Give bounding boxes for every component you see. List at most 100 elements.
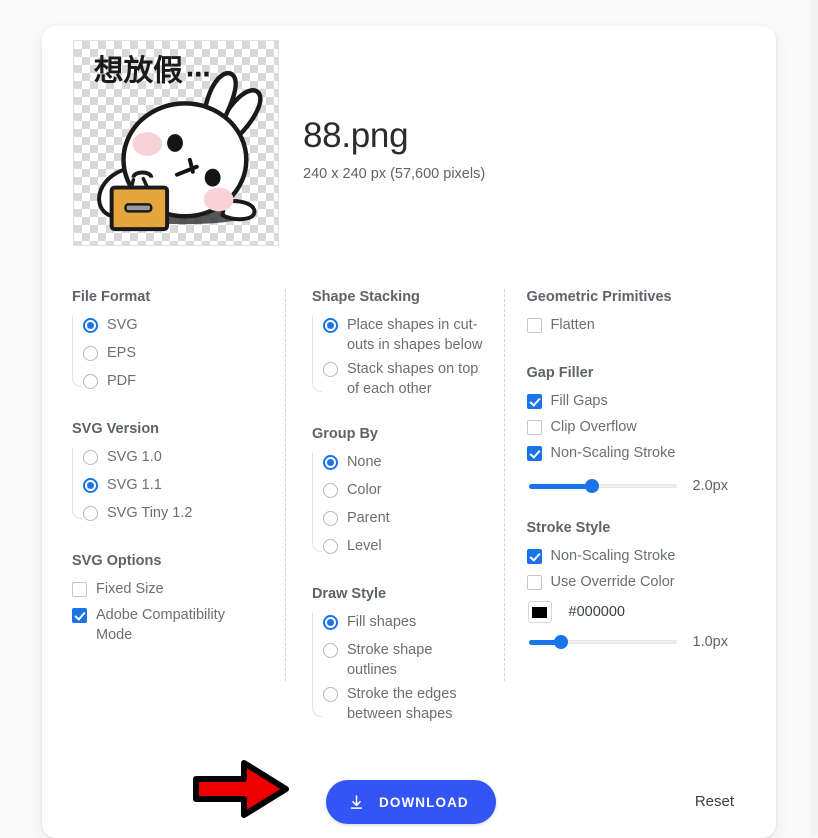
checkbox-option-stroke-non-scaling-stroke[interactable]: Non-Scaling Stroke: [526, 545, 728, 570]
stroke-style-slider-value: 1.0px: [692, 634, 728, 650]
group-title-stroke-style: Stroke Style: [526, 520, 611, 536]
radio-icon-color[interactable]: [322, 482, 338, 498]
checkbox-icon-use-override-color[interactable]: [526, 575, 542, 590]
file-name: 88.png: [303, 116, 409, 155]
radio-set-svg-version: SVG 1.0 SVG 1.1 SVG Tiny 1.2: [72, 446, 267, 527]
checkbox-icon-fixed-size[interactable]: [72, 582, 87, 597]
checkbox-option-fill-gaps[interactable]: Fill Gaps: [526, 390, 728, 415]
radio-option-stack-shapes-on-top[interactable]: Stack shapes on top of each other: [322, 358, 486, 399]
group-svg-options: SVG Options Fixed Size Adobe Compatibili…: [72, 553, 267, 645]
checkbox-label-use-override-color: Use Override Color: [550, 574, 675, 590]
radio-option-eps[interactable]: EPS: [83, 342, 267, 367]
checkbox-option-adobe-compatibility-mode[interactable]: Adobe Compatibility Mode: [72, 604, 267, 645]
group-shape-stacking: Shape Stacking Place shapes in cut-outs …: [311, 289, 486, 400]
options-column-left: File Format SVG EPS PDF SVG Version SVG …: [72, 289, 285, 681]
checkbox-icon-gap-non-scaling-stroke[interactable]: [526, 446, 542, 461]
export-settings-card: 想放假 … 88.png 240 x 240 px (57,600 pixels…: [42, 26, 776, 838]
radio-icon-svg-10[interactable]: [83, 450, 98, 465]
checkbox-icon-stroke-non-scaling-stroke[interactable]: [526, 549, 542, 564]
checkbox-option-fixed-size[interactable]: Fixed Size: [72, 578, 267, 603]
gap-filler-slider[interactable]: [528, 478, 677, 494]
stroke-style-slider[interactable]: [528, 634, 677, 650]
radio-set-group-by: None Color Parent Level: [311, 451, 486, 560]
radio-icon-stack-shapes-on-top[interactable]: [322, 362, 338, 378]
group-gap-filler: Gap Filler Fill Gaps Clip Overflow Non-S…: [526, 365, 728, 494]
checkbox-option-clip-overflow[interactable]: Clip Overflow: [526, 416, 728, 441]
radio-icon-pdf[interactable]: [83, 374, 98, 389]
download-icon: [348, 794, 365, 811]
group-title-group-by: Group By: [311, 425, 378, 442]
radio-icon-parent[interactable]: [322, 510, 338, 526]
color-swatch-icon: [532, 606, 548, 618]
radio-label-svg-10: SVG 1.0: [107, 449, 162, 465]
radio-option-parent[interactable]: Parent: [322, 507, 486, 532]
radio-option-stroke-edges-between-shapes[interactable]: Stroke the edges between shapes: [322, 683, 486, 724]
reset-link[interactable]: Reset: [695, 793, 734, 810]
svg-text:…: …: [186, 54, 211, 83]
radio-option-svg-10[interactable]: SVG 1.0: [83, 446, 267, 471]
group-title-svg-options: SVG Options: [72, 553, 162, 569]
radio-option-svg-tiny-12[interactable]: SVG Tiny 1.2: [83, 502, 267, 527]
checkbox-label-stroke-non-scaling-stroke: Non-Scaling Stroke: [550, 548, 676, 564]
radio-option-svg[interactable]: SVG: [83, 314, 267, 339]
checkbox-icon-adobe-compatibility-mode[interactable]: [72, 608, 87, 623]
color-hex-value: #000000: [568, 604, 625, 620]
checkbox-option-use-override-color[interactable]: Use Override Color: [526, 571, 728, 596]
download-button[interactable]: DOWNLOAD: [326, 780, 496, 824]
file-thumbnail: 想放假 …: [73, 40, 279, 246]
group-draw-style: Draw Style Fill shapes Stroke shape outl…: [311, 586, 486, 725]
radio-set-file-format: SVG EPS PDF: [72, 314, 267, 395]
radio-label-stack-shapes-on-top: Stack shapes on top of each other: [346, 361, 479, 398]
radio-icon-none[interactable]: [322, 454, 338, 470]
gap-filler-slider-fill: [528, 483, 593, 489]
checkbox-label-fill-gaps: Fill Gaps: [550, 393, 608, 409]
group-title-geometric-primitives: Geometric Primitives: [526, 289, 672, 305]
group-title-svg-version: SVG Version: [72, 421, 160, 437]
radio-icon-svg-tiny-12[interactable]: [83, 506, 98, 521]
card-footer: DOWNLOAD Reset: [42, 764, 776, 838]
radio-icon-stroke-edges-between-shapes[interactable]: [322, 687, 338, 703]
radio-option-none[interactable]: None: [322, 451, 486, 476]
radio-icon-stroke-shape-outlines[interactable]: [322, 642, 338, 658]
radio-icon-fill-shapes[interactable]: [322, 614, 338, 630]
gap-filler-slider-thumb[interactable]: [585, 479, 600, 493]
checkbox-label-clip-overflow: Clip Overflow: [550, 419, 637, 435]
radio-label-stroke-shape-outlines: Stroke shape outlines: [346, 641, 433, 678]
radio-option-color[interactable]: Color: [322, 479, 486, 504]
page-scrollbar[interactable]: [810, 0, 818, 837]
file-header: 想放假 … 88.png 240 x 240 px (57,600 pixels…: [42, 26, 776, 246]
download-button-label: DOWNLOAD: [379, 794, 469, 810]
checkbox-icon-clip-overflow[interactable]: [526, 420, 542, 435]
checkbox-option-flatten[interactable]: Flatten: [526, 314, 728, 339]
radio-label-place-shapes-in-cutouts: Place shapes in cut-outs in shapes below: [346, 317, 483, 353]
radio-icon-place-shapes-in-cutouts[interactable]: [322, 318, 338, 333]
group-title-file-format: File Format: [72, 289, 151, 305]
color-picker-button[interactable]: [527, 601, 552, 623]
checkbox-option-gap-non-scaling-stroke[interactable]: Non-Scaling Stroke: [526, 442, 728, 467]
radio-icon-svg[interactable]: [83, 318, 98, 333]
radio-option-svg-11[interactable]: SVG 1.1: [83, 474, 267, 499]
radio-option-level[interactable]: Level: [322, 535, 486, 560]
radio-label-eps: EPS: [107, 345, 137, 361]
radio-icon-eps[interactable]: [83, 346, 98, 361]
radio-icon-svg-11[interactable]: [83, 478, 98, 493]
checkbox-label-gap-non-scaling-stroke: Non-Scaling Stroke: [550, 445, 676, 461]
radio-label-stroke-edges-between-shapes: Stroke the edges between shapes: [346, 686, 457, 723]
checkbox-label-flatten: Flatten: [550, 317, 595, 333]
radio-option-stroke-shape-outlines[interactable]: Stroke shape outlines: [322, 639, 486, 680]
checkbox-label-adobe-compatibility-mode: Adobe Compatibility Mode: [96, 607, 225, 643]
radio-icon-level[interactable]: [322, 538, 338, 554]
radio-label-level: Level: [346, 537, 382, 554]
checkbox-icon-fill-gaps[interactable]: [526, 394, 542, 409]
options-column-right: Geometric Primitives Flatten Gap Filler …: [505, 289, 746, 681]
stroke-style-slider-thumb[interactable]: [554, 635, 569, 649]
radio-option-fill-shapes[interactable]: Fill shapes: [322, 611, 486, 636]
radio-option-place-shapes-in-cutouts[interactable]: Place shapes in cut-outs in shapes below: [322, 314, 486, 355]
radio-label-parent: Parent: [346, 509, 390, 526]
checkbox-icon-flatten[interactable]: [526, 318, 542, 333]
group-geometric-primitives: Geometric Primitives Flatten: [526, 289, 728, 339]
radio-label-svg-tiny-12: SVG Tiny 1.2: [107, 505, 193, 521]
radio-option-pdf[interactable]: PDF: [83, 370, 267, 395]
file-info: 88.png 240 x 240 px (57,600 pixels): [303, 40, 485, 182]
group-file-format: File Format SVG EPS PDF: [72, 289, 267, 395]
